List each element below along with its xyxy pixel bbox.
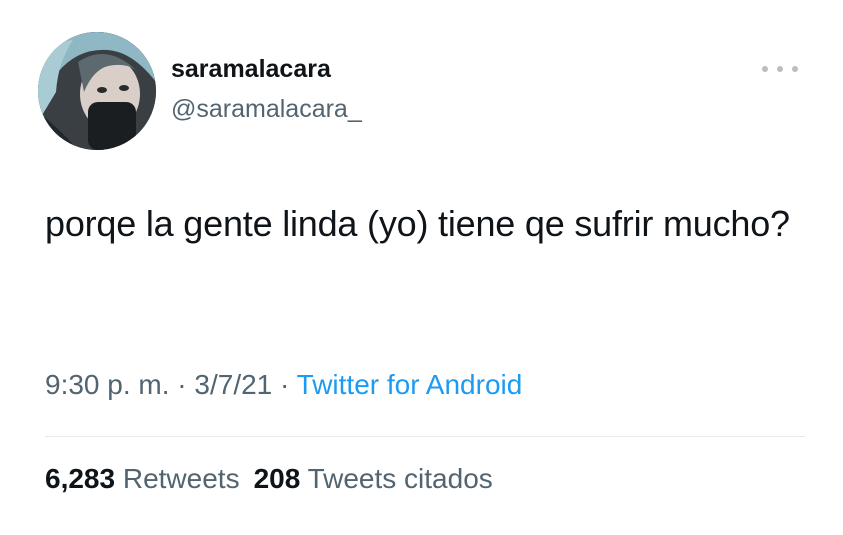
avatar[interactable] bbox=[38, 32, 156, 150]
quotes-stat[interactable]: 208 Tweets citados bbox=[254, 463, 493, 494]
avatar-image bbox=[38, 32, 156, 150]
retweets-count: 6,283 bbox=[45, 463, 116, 494]
retweets-label: Retweets bbox=[122, 463, 240, 494]
tweet-stats: 6,283 Retweets 208 Tweets citados bbox=[45, 463, 493, 495]
more-options-button[interactable] bbox=[762, 60, 798, 78]
quotes-count: 208 bbox=[253, 463, 301, 494]
tweet-text: porqe la gente linda (yo) tiene qe sufri… bbox=[45, 203, 790, 244]
tweet-source-link[interactable]: Twitter for Android bbox=[297, 369, 523, 400]
more-dot bbox=[762, 66, 768, 72]
quotes-label: Tweets citados bbox=[307, 463, 493, 494]
user-handle[interactable]: @saramalacara_ bbox=[171, 95, 362, 124]
tweet-card: saramalacara @saramalacara_ porqe la gen… bbox=[0, 0, 843, 535]
tweet-time[interactable]: 9:30 p. m. bbox=[45, 369, 170, 400]
tweet-date[interactable]: 3/7/21 bbox=[194, 369, 272, 400]
meta-separator: · bbox=[280, 369, 290, 400]
more-dot bbox=[777, 66, 783, 72]
more-dot bbox=[792, 66, 798, 72]
tweet-meta: 9:30 p. m. · 3/7/21 · Twitter for Androi… bbox=[45, 369, 522, 401]
divider bbox=[45, 436, 805, 437]
retweets-stat[interactable]: 6,283 Retweets bbox=[45, 463, 240, 494]
meta-separator: · bbox=[177, 369, 187, 400]
display-name[interactable]: saramalacara bbox=[171, 55, 331, 84]
